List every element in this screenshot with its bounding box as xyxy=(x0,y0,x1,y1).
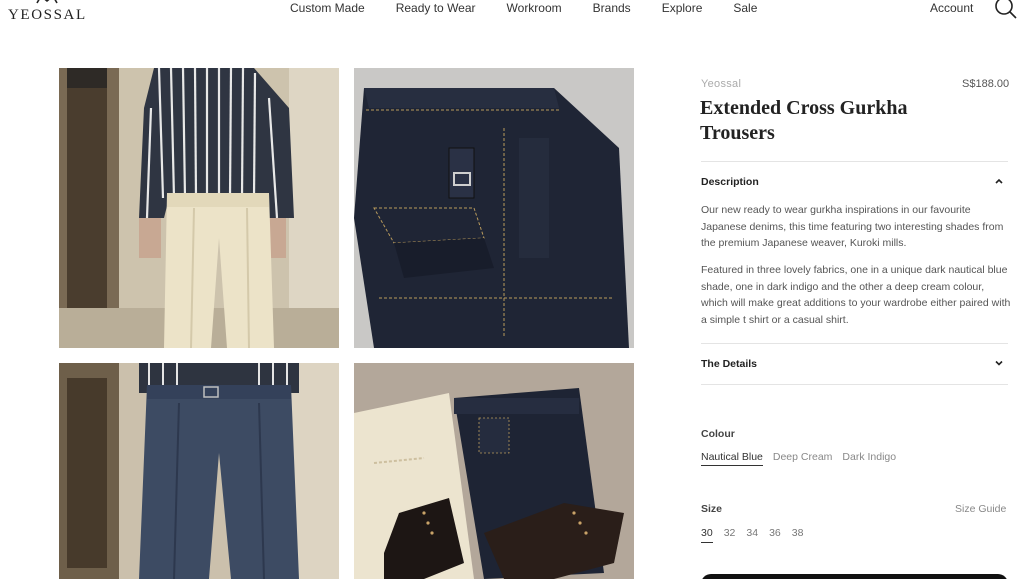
colour-option-deep-cream[interactable]: Deep Cream xyxy=(773,451,833,466)
nav-workroom[interactable]: Workroom xyxy=(507,0,562,18)
chevron-up-icon xyxy=(995,178,1003,184)
description-paragraph-2: Featured in three lovely fabrics, one in… xyxy=(701,264,1011,326)
nav-explore[interactable]: Explore xyxy=(662,0,703,18)
account-link[interactable]: Account xyxy=(930,0,973,16)
colour-label: Colour xyxy=(701,428,735,440)
description-accordion[interactable]: Description xyxy=(701,176,1008,188)
size-option-32[interactable]: 32 xyxy=(724,527,736,543)
divider xyxy=(701,384,1008,385)
size-label: Size xyxy=(701,503,723,515)
crown-icon xyxy=(36,0,58,4)
logo-text: YEOSSAL xyxy=(8,7,87,23)
product-vendor[interactable]: Yeossal xyxy=(701,78,741,90)
details-heading: The Details xyxy=(701,358,758,370)
product-image-2[interactable] xyxy=(354,68,634,348)
product-image-1[interactable] xyxy=(59,68,339,348)
size-option-30[interactable]: 30 xyxy=(701,527,713,543)
nav-custom-made[interactable]: Custom Made xyxy=(290,0,365,18)
colour-options: Nautical Blue Deep Cream Dark Indigo xyxy=(701,451,906,466)
brand-logo[interactable]: YEOSSAL xyxy=(8,0,88,24)
chevron-down-icon xyxy=(995,360,1003,366)
nav-brands[interactable]: Brands xyxy=(593,0,631,18)
colour-option-dark-indigo[interactable]: Dark Indigo xyxy=(842,451,896,466)
product-price: S$188.00 xyxy=(962,78,1010,90)
description-paragraph-1: Our new ready to wear gurkha inspiration… xyxy=(701,204,1004,249)
nav-ready-to-wear[interactable]: Ready to Wear xyxy=(396,0,476,18)
colour-option-nautical-blue[interactable]: Nautical Blue xyxy=(701,451,763,466)
size-option-36[interactable]: 36 xyxy=(769,527,781,543)
divider xyxy=(701,161,1008,162)
add-to-cart-button[interactable] xyxy=(701,574,1008,579)
product-image-4[interactable] xyxy=(354,363,634,579)
size-option-38[interactable]: 38 xyxy=(792,527,804,543)
description-heading: Description xyxy=(701,176,759,188)
size-options: 30 32 34 36 38 xyxy=(701,527,814,543)
search-icon[interactable] xyxy=(994,0,1018,20)
divider xyxy=(701,343,1008,344)
main-nav: Custom Made Ready to Wear Workroom Brand… xyxy=(290,0,788,18)
size-option-34[interactable]: 34 xyxy=(746,527,758,543)
nav-sale[interactable]: Sale xyxy=(733,0,757,18)
details-accordion[interactable]: The Details xyxy=(701,358,1008,370)
product-title: Extended Cross Gurkha Trousers xyxy=(700,97,908,144)
product-image-3[interactable] xyxy=(59,363,339,579)
size-guide-link[interactable]: Size Guide xyxy=(955,503,1006,515)
